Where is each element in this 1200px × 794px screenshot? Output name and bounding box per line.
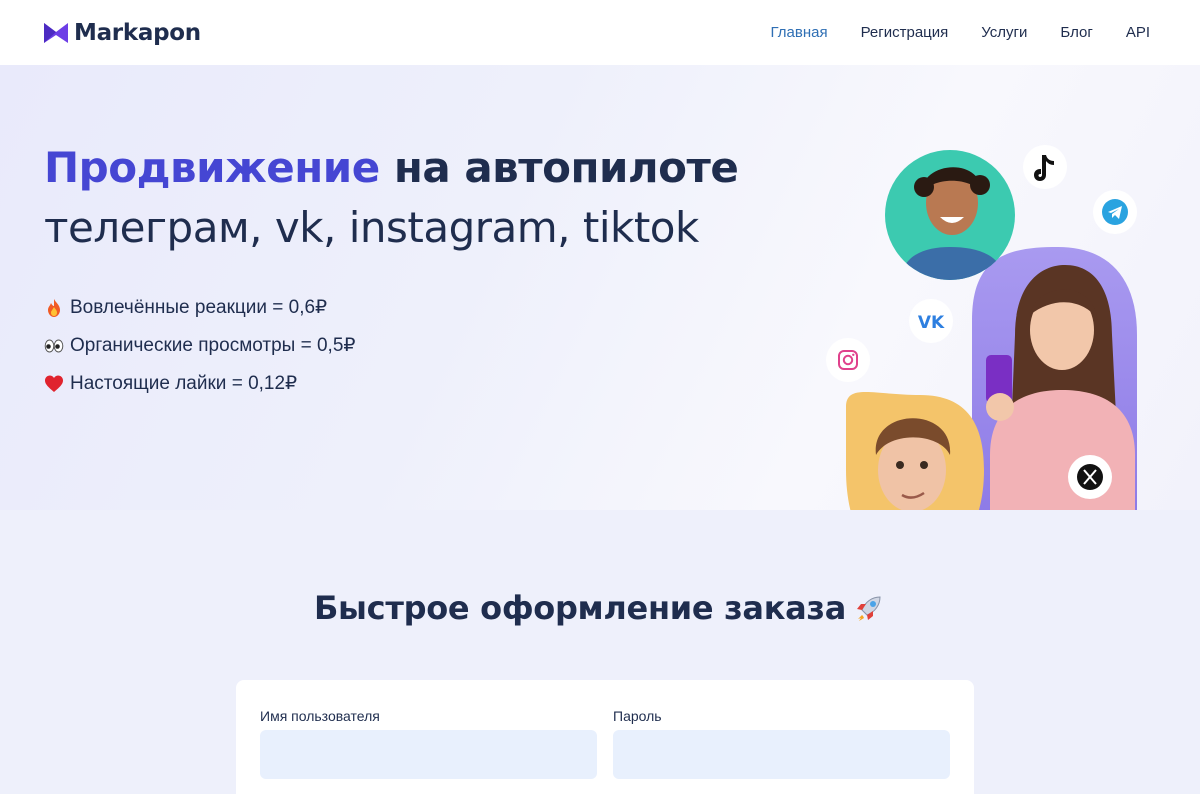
hero-title: Продвижение на автопилоте xyxy=(44,143,739,193)
site-header: Markapon Главная Регистрация Услуги Блог… xyxy=(0,0,1200,65)
fire-icon xyxy=(44,298,64,318)
feature-list: Вовлечённые реакции = 0,6₽ Органические … xyxy=(44,289,355,403)
rocket-icon xyxy=(852,591,886,625)
instagram-icon xyxy=(826,338,870,382)
nav-link-services[interactable]: Услуги xyxy=(981,24,1027,41)
nav-link-registration[interactable]: Регистрация xyxy=(861,24,949,41)
eyes-icon xyxy=(44,336,64,356)
hero-section: Продвижение на автопилоте телеграм, vk, … xyxy=(0,65,1200,510)
logo-mark-icon xyxy=(44,22,68,43)
heart-icon xyxy=(44,374,64,394)
vk-icon: VK xyxy=(909,299,953,343)
password-input[interactable] xyxy=(613,730,950,779)
telegram-icon xyxy=(1093,190,1137,234)
nav-link-home[interactable]: Главная xyxy=(770,24,827,41)
hero-title-rest: на автопилоте xyxy=(393,143,739,192)
order-section-title: Быстрое оформление заказа xyxy=(0,589,1200,627)
hero-title-accent: Продвижение xyxy=(44,143,380,192)
main-nav: Главная Регистрация Услуги Блог API xyxy=(770,24,1150,41)
tiktok-icon xyxy=(1023,145,1067,189)
feature-text: Вовлечённые реакции = 0,6₽ xyxy=(70,297,328,318)
x-icon xyxy=(1068,455,1112,499)
hero-illustration: VK xyxy=(800,125,1180,510)
order-title-text: Быстрое оформление заказа xyxy=(313,589,847,627)
feature-text: Настоящие лайки = 0,12₽ xyxy=(70,373,298,394)
logo-text: Markapon xyxy=(74,19,201,46)
svg-text:VK: VK xyxy=(918,313,945,333)
feature-item: Вовлечённые реакции = 0,6₽ xyxy=(44,289,355,327)
logo[interactable]: Markapon xyxy=(44,20,201,46)
quick-order-form: Имя пользователя Пароль xyxy=(236,680,974,794)
hero-subtitle: телеграм, vk, instagram, tiktok xyxy=(44,203,699,252)
people-illustration: VK xyxy=(826,145,1137,510)
feature-text: Органические просмотры = 0,5₽ xyxy=(70,335,356,356)
feature-item: Настоящие лайки = 0,12₽ xyxy=(44,365,355,403)
nav-link-api[interactable]: API xyxy=(1126,24,1150,41)
username-label: Имя пользователя xyxy=(260,708,380,724)
feature-item: Органические просмотры = 0,5₽ xyxy=(44,327,355,365)
nav-link-blog[interactable]: Блог xyxy=(1060,24,1092,41)
username-input[interactable] xyxy=(260,730,597,779)
password-label: Пароль xyxy=(613,708,662,724)
